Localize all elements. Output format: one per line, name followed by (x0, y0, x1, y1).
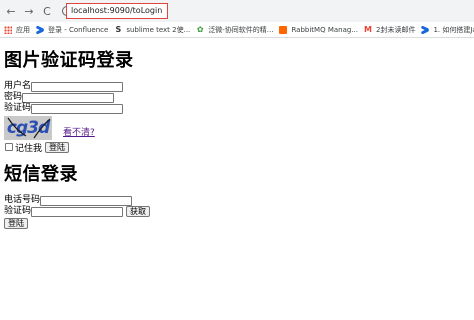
rabbitmq-icon (279, 25, 288, 34)
bookmark-weaver[interactable]: ✿ 泛微-协同软件的精... (196, 22, 274, 37)
username-row: 用户名 (4, 81, 470, 92)
password-input[interactable] (22, 92, 115, 103)
bookmark-gmail[interactable]: M 2封未读邮件 (364, 22, 416, 37)
captcha-input[interactable] (31, 103, 124, 114)
back-icon[interactable]: ← (4, 4, 18, 18)
captcha-row: cg3d 看不清? (4, 115, 470, 140)
username-label: 用户名 (4, 81, 32, 91)
bookmarks-bar: 应用 登录 - Confluence S sublime text 2使... … (0, 22, 474, 38)
bookmark-label: sublime text 2使... (126, 25, 191, 34)
sms-code-input[interactable] (31, 206, 124, 217)
refresh-captcha-link[interactable]: 看不清? (63, 125, 95, 138)
phone-input[interactable] (40, 195, 133, 206)
forward-icon[interactable]: → (22, 4, 36, 18)
page-content: 图片验证码登录 用户名 密码 验证码 cg3d 看不清? 记住我 登陆 短信登录… (4, 50, 470, 229)
sublime-icon: S (115, 24, 122, 34)
password-label: 密码 (4, 92, 23, 102)
confluence-icon (421, 26, 429, 34)
image-login-submit-button[interactable]: 登陆 (45, 141, 70, 153)
bookmark-java-setup[interactable]: 1. 如何搭建Java开... (421, 22, 474, 37)
reload-icon[interactable]: C (40, 4, 54, 18)
bookmark-label: 2封未读邮件 (376, 25, 416, 34)
apps-grid-icon (4, 25, 12, 34)
gear-icon: ✿ (196, 24, 204, 34)
captcha-image[interactable]: cg3d (4, 116, 52, 140)
password-row: 密码 (4, 92, 470, 103)
address-url: localhost:9090/toLogin (71, 6, 163, 15)
bookmark-label: 泛微-协同软件的精... (208, 25, 274, 34)
remember-me-label: 记住我 (15, 143, 43, 154)
remember-row: 记住我 登陆 (4, 141, 470, 154)
bookmark-rabbitmq[interactable]: RabbitMQ Manag... (279, 22, 358, 37)
captcha-noise-lines (7, 117, 51, 139)
captcha-label: 验证码 (4, 103, 32, 113)
sms-login-title: 短信登录 (4, 164, 78, 185)
bookmark-label: 登录 - Confluence (48, 25, 109, 34)
bookmark-apps[interactable]: 应用 (4, 22, 30, 37)
sms-submit-row: 登陆 (4, 218, 470, 229)
sms-code-row: 验证码 获取 (4, 206, 470, 217)
image-login-title: 图片验证码登录 (4, 50, 134, 71)
address-bar[interactable]: localhost:9090/toLogin (66, 3, 168, 19)
gmail-icon: M (364, 24, 372, 34)
confluence-icon (36, 26, 44, 34)
bookmark-label: 应用 (16, 25, 30, 34)
phone-label: 电话号码 (4, 195, 41, 205)
phone-row: 电话号码 (4, 195, 470, 206)
bookmark-label: 1. 如何搭建Java开... (433, 25, 474, 34)
bookmark-label: RabbitMQ Manag... (291, 25, 358, 34)
bookmark-sublime[interactable]: S sublime text 2使... (114, 22, 191, 37)
sms-code-label: 验证码 (4, 206, 32, 216)
bookmark-confluence-login[interactable]: 登录 - Confluence (36, 22, 109, 37)
remember-me-checkbox[interactable] (5, 143, 13, 151)
username-input[interactable] (31, 81, 124, 92)
get-sms-code-button[interactable]: 获取 (126, 206, 151, 217)
sms-login-submit-button[interactable]: 登陆 (4, 218, 28, 229)
captcha-input-row: 验证码 (4, 103, 470, 114)
